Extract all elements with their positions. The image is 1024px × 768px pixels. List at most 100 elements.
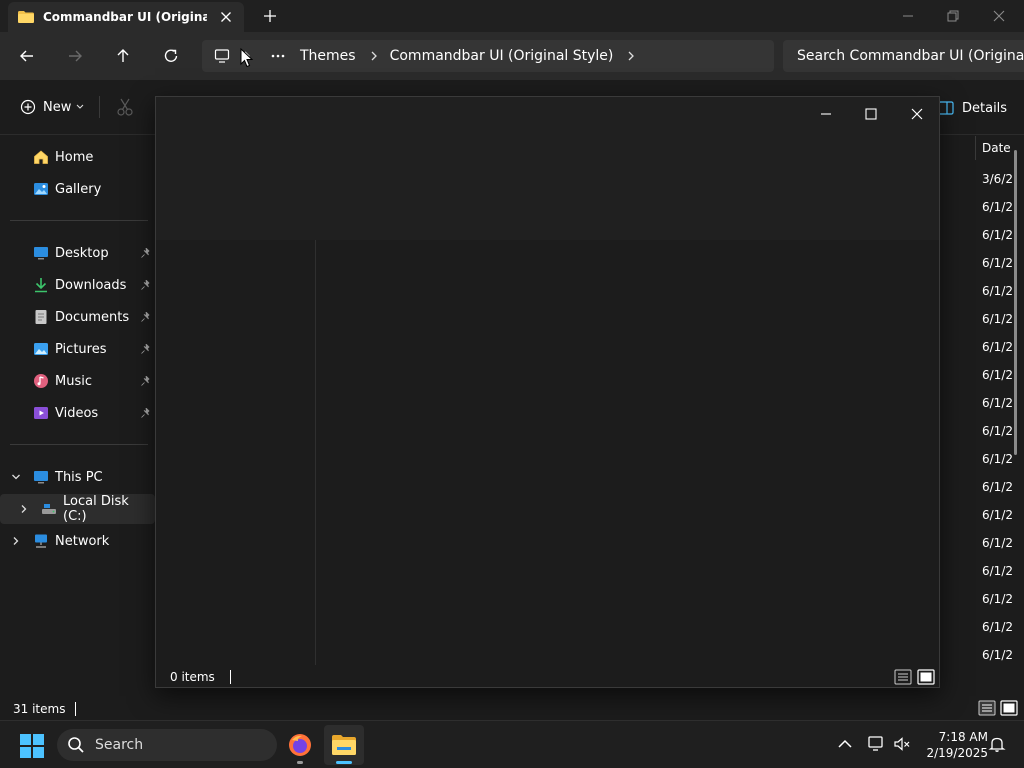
folder-icon: [18, 11, 34, 23]
date-cell[interactable]: 6/1/2: [982, 340, 1013, 354]
close-icon[interactable]: [989, 6, 1009, 26]
empty-explorer-window: 0 items: [155, 96, 940, 688]
large-icons-view-icon[interactable]: [917, 669, 935, 685]
details-view-icon[interactable]: [978, 700, 996, 716]
date-cell[interactable]: 6/1/2: [982, 452, 1013, 466]
taskbar-file-explorer[interactable]: [324, 725, 364, 765]
minimize-icon[interactable]: [816, 104, 836, 124]
date-cell[interactable]: 6/1/2: [982, 312, 1013, 326]
date-cell[interactable]: 6/1/2: [982, 284, 1013, 298]
chevron-down-icon: [76, 104, 84, 109]
details-pane-icon: [938, 101, 954, 115]
new-button[interactable]: New: [14, 94, 84, 120]
breadcrumb-themes[interactable]: Themes: [300, 48, 356, 64]
taskbar: Search 7:18 AM 2/19/2025: [0, 720, 1024, 768]
sidebar-item-music[interactable]: Music: [0, 366, 155, 396]
sidebar-item-label: Network: [55, 533, 110, 549]
restore-icon[interactable]: [943, 6, 963, 26]
active-indicator: [336, 761, 352, 764]
refresh-icon[interactable]: [161, 46, 181, 66]
date-cell[interactable]: 6/1/2: [982, 536, 1013, 550]
maximize-icon[interactable]: [861, 104, 881, 124]
date-cell[interactable]: 6/1/2: [982, 508, 1013, 522]
search-input[interactable]: [783, 48, 1024, 64]
sidebar-item-gallery[interactable]: Gallery: [0, 174, 155, 204]
pin-icon[interactable]: [141, 312, 151, 322]
desktop-icon: [34, 247, 48, 260]
pin-icon[interactable]: [141, 280, 151, 290]
details-button[interactable]: Details: [938, 97, 1007, 119]
date-cell[interactable]: 6/1/2: [982, 592, 1013, 606]
up-arrow-icon[interactable]: [113, 46, 133, 66]
date-cell[interactable]: 6/1/2: [982, 480, 1013, 494]
taskbar-search[interactable]: Search: [57, 729, 277, 761]
clock-time: 7:18 AM: [938, 730, 988, 744]
sidebar-divider: [10, 444, 148, 445]
windows-start-icon[interactable]: [20, 734, 44, 758]
pin-icon[interactable]: [141, 408, 151, 418]
date-cell[interactable]: 6/1/2: [982, 648, 1013, 662]
chevron-right-icon[interactable]: [368, 50, 380, 62]
address-bar[interactable]: Themes Commandbar UI (Original Style): [202, 40, 774, 72]
sidebar-item-local-disk[interactable]: Local Disk (C:): [0, 494, 155, 524]
chevron-right-icon[interactable]: [625, 50, 637, 62]
pin-icon[interactable]: [141, 248, 151, 258]
navigation-pane: Home Gallery Desktop Downloads Documents: [0, 136, 155, 696]
date-cell[interactable]: 6/1/2: [982, 228, 1013, 242]
details-view-icon[interactable]: [894, 669, 912, 685]
music-icon: [34, 374, 48, 388]
date-cell[interactable]: 6/1/2: [982, 256, 1013, 270]
navigation-bar: Themes Commandbar UI (Original Style): [0, 32, 1024, 80]
sidebar-item-desktop[interactable]: Desktop: [0, 238, 155, 268]
chevron-up-icon[interactable]: [836, 735, 854, 753]
date-cell[interactable]: 6/1/2: [982, 396, 1013, 410]
more-icon[interactable]: [270, 50, 286, 62]
tab-title: Commandbar UI (Original Style): [43, 10, 207, 24]
sidebar-item-label: Pictures: [55, 341, 107, 357]
close-icon[interactable]: [218, 9, 234, 25]
sidebar-item-label: This PC: [55, 469, 103, 485]
cut-icon[interactable]: [116, 97, 134, 117]
sidebar-item-home[interactable]: Home: [0, 142, 155, 172]
monitor-icon[interactable]: [214, 48, 230, 64]
network-status-icon[interactable]: [867, 735, 885, 753]
sidebar-item-videos[interactable]: Videos: [0, 398, 155, 428]
breadcrumb-current-folder[interactable]: Commandbar UI (Original Style): [390, 48, 614, 64]
notification-bell-icon[interactable]: [988, 735, 1006, 753]
volume-muted-icon[interactable]: [893, 735, 911, 753]
sidebar-item-downloads[interactable]: Downloads: [0, 270, 155, 300]
status-divider: [229, 670, 231, 684]
network-icon: [35, 534, 47, 548]
date-cell[interactable]: 6/1/2: [982, 620, 1013, 634]
minimize-icon[interactable]: [898, 6, 918, 26]
search-box[interactable]: [783, 40, 1024, 72]
close-icon[interactable]: [907, 104, 927, 124]
pin-icon[interactable]: [141, 376, 151, 386]
date-cell[interactable]: 6/1/2: [982, 424, 1013, 438]
pin-icon[interactable]: [141, 344, 151, 354]
tab-commandbar-ui[interactable]: Commandbar UI (Original Style): [8, 2, 244, 32]
chevron-down-icon[interactable]: [11, 472, 21, 482]
sidebar-item-pictures[interactable]: Pictures: [0, 334, 155, 364]
plus-icon[interactable]: [262, 8, 278, 24]
date-cell[interactable]: 6/1/2: [982, 564, 1013, 578]
sidebar-item-label: Home: [55, 149, 94, 165]
sidebar-item-this-pc[interactable]: This PC: [0, 462, 155, 492]
forward-arrow-icon[interactable]: [65, 46, 85, 66]
date-cell[interactable]: 6/1/2: [982, 200, 1013, 214]
sidebar-item-documents[interactable]: Documents: [0, 302, 155, 332]
sidebar-item-network[interactable]: Network: [0, 526, 155, 556]
date-cell[interactable]: 6/1/2: [982, 368, 1013, 382]
system-clock[interactable]: 7:18 AM 2/19/2025: [918, 729, 988, 761]
large-icons-view-icon[interactable]: [1000, 700, 1018, 716]
sidebar-item-label: Downloads: [55, 277, 127, 293]
taskbar-firefox[interactable]: [280, 725, 320, 765]
chevron-right-icon[interactable]: [19, 504, 29, 514]
vertical-scrollbar[interactable]: [1014, 150, 1017, 455]
column-header-date[interactable]: Date: [975, 136, 1015, 160]
back-arrow-icon[interactable]: [17, 46, 37, 66]
date-cell[interactable]: 3/6/2: [982, 172, 1013, 186]
details-label: Details: [962, 100, 1008, 116]
pane-separator[interactable]: [315, 240, 316, 665]
chevron-right-icon[interactable]: [11, 536, 21, 546]
